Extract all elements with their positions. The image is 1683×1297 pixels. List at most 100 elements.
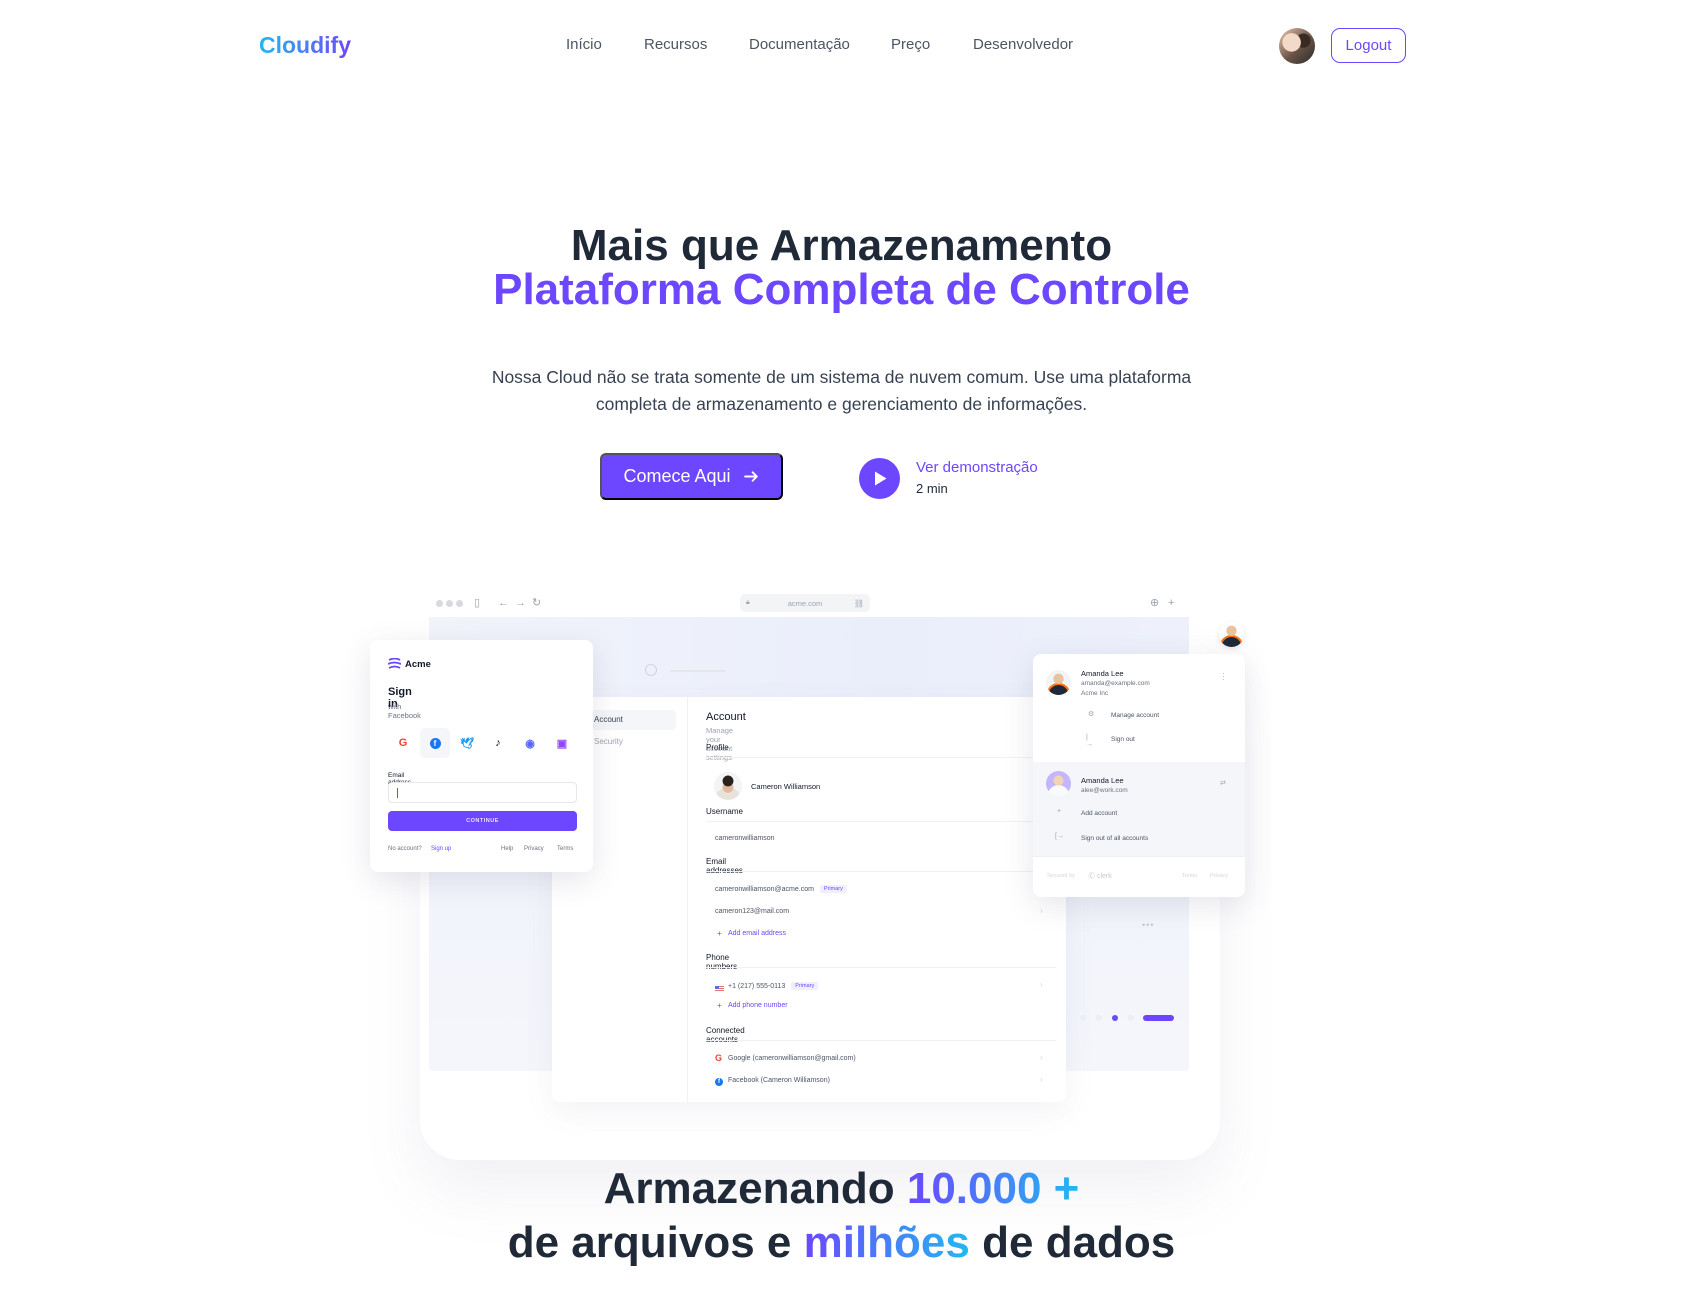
hero-title-line1: Mais que Armazenamento	[570, 221, 1113, 270]
chevron-right-icon: ›	[1040, 906, 1043, 915]
play-demo-button[interactable]	[859, 458, 900, 499]
stats-count: 10.000 +	[906, 1164, 1080, 1213]
username-value: cameronwilliamson	[715, 835, 775, 842]
logout-button[interactable]: Logout	[1331, 28, 1406, 63]
more-icon: •••	[1142, 920, 1155, 930]
nav-documentacao[interactable]: Documentação	[749, 36, 850, 53]
add-email-link: Add email address	[728, 930, 786, 937]
tiktok-icon: ♪	[495, 737, 501, 749]
secondary-email: alee@work.com	[1081, 787, 1128, 794]
stats-heading: Armazenando 10.000 + de arquivos e milhõ…	[0, 1162, 1683, 1270]
terms-link: Terms	[1182, 873, 1197, 879]
email-label: Email addresses	[706, 857, 743, 875]
terms-link: Terms	[557, 846, 574, 852]
user-avatar[interactable]	[1279, 28, 1315, 64]
get-started-label: Comece Aqui	[623, 466, 731, 486]
twitter-icon: 🕊︎	[460, 737, 474, 750]
nav-inicio[interactable]: Início	[566, 36, 602, 53]
phone-value: +1 (217) 555-0113	[728, 982, 786, 990]
kebab-menu-icon: · · ·	[1222, 669, 1225, 684]
address-url: acme.com	[787, 598, 823, 608]
primary-name: Amanda Lee	[1081, 669, 1124, 678]
profile-name: Cameron Williamson	[751, 782, 821, 791]
switch-icon: ⇄	[1220, 780, 1226, 787]
clerk-name: clerk	[1096, 873, 1112, 880]
get-started-button[interactable]: Comece Aqui	[600, 453, 783, 500]
profile-avatar	[714, 772, 742, 800]
carousel-dot	[1128, 1015, 1134, 1021]
sign-out-icon: |→	[1086, 734, 1093, 748]
window-dot	[446, 600, 453, 607]
stats-line2-suffix: de dados	[982, 1218, 1176, 1267]
plus-icon: +	[717, 1001, 722, 1010]
secondary-avatar	[1046, 771, 1071, 796]
facebook-icon: f	[715, 1078, 723, 1086]
signin-brand: Acme	[405, 659, 431, 670]
browser-toolbar: ▯ ← → ↻ 🔒︎ acme.com ⛓︎ ⊕ +	[430, 592, 1190, 616]
globe-icon	[645, 664, 657, 676]
phone-row: +1 (217) 555-0113 Primary	[728, 982, 819, 990]
primary-badge: Primary	[819, 885, 847, 893]
divider	[706, 1040, 1056, 1041]
address-bar: 🔒︎ acme.com ⛓︎	[740, 594, 870, 612]
carousel-progress	[1143, 1015, 1174, 1021]
demo-link[interactable]: Ver demonstração	[916, 459, 1038, 476]
sidebar-item-security: Security	[594, 737, 623, 746]
add-account: Add account	[1081, 810, 1118, 817]
primary-badge: Primary	[791, 982, 819, 990]
phone-label: Phone numbers	[706, 953, 737, 971]
twitch-icon: ▣	[556, 737, 568, 750]
discord-icon: ◉	[525, 737, 535, 750]
new-tab-icon: +	[1168, 597, 1175, 609]
help-link: Help	[501, 846, 514, 852]
secured-by: Secured by	[1047, 873, 1075, 879]
download-icon: ⊕	[1150, 597, 1160, 609]
hero-title-line2: Plataforma Completa de Controle	[493, 265, 1190, 314]
secondary-name: Amanda Lee	[1081, 776, 1124, 785]
username-label: Username	[706, 807, 743, 816]
profile-label: Profile	[706, 743, 729, 752]
hero-description-line2: completa de armazenamento e gerenciament…	[595, 394, 1088, 414]
sidebar-toggle-icon: ▯	[474, 597, 481, 609]
add-phone-link: Add phone number	[728, 1002, 788, 1009]
window-dot	[436, 600, 443, 607]
primary-org: Acme Inc	[1081, 690, 1109, 697]
divider	[706, 967, 1056, 968]
primary-avatar	[1046, 670, 1071, 695]
privacy-link: Privacy	[1210, 873, 1229, 879]
carousel-dot	[1096, 1015, 1102, 1021]
stats-line1: Armazenando 10.000 +	[0, 1162, 1683, 1216]
placeholder-line	[670, 670, 725, 672]
chevron-right-icon: ›	[1040, 980, 1043, 989]
sign-out-all-icon: [→	[1055, 833, 1064, 840]
sign-out: Sign out	[1111, 736, 1135, 743]
manage-account: Manage account	[1111, 712, 1160, 719]
main-nav: Início Recursos Documentação Preço Desen…	[0, 36, 1683, 56]
divider	[706, 757, 1056, 758]
signin-subtitle: with Facebook	[388, 702, 421, 720]
acme-logo-icon	[388, 658, 401, 669]
hero-description: Nossa Cloud não se trata somente de um s…	[0, 364, 1683, 418]
connected-label: Connected accounts	[706, 1026, 745, 1044]
account-title: Account	[706, 711, 746, 723]
sign-out-all: Sign out of all accounts	[1081, 835, 1149, 842]
stats-line2: de arquivos e milhões de dados	[0, 1216, 1683, 1270]
connected-facebook: Facebook (Cameron Williamson)	[728, 1077, 830, 1084]
nav-desenvolvedor[interactable]: Desenvolvedor	[973, 36, 1073, 53]
lock-icon: 🔒︎	[746, 599, 750, 606]
chevron-right-icon: ›	[1040, 1053, 1043, 1062]
continue-button: CONTINUE	[388, 811, 577, 831]
clerk-logo: Ⓒ clerk	[1088, 873, 1112, 880]
nav-preco[interactable]: Preço	[891, 36, 930, 53]
us-flag-icon	[715, 986, 724, 992]
stats-line1-prefix: Armazenando	[603, 1164, 895, 1213]
carousel-dot	[1112, 1015, 1118, 1021]
google-icon: G	[398, 737, 408, 749]
reload-icon: ↻	[532, 597, 542, 609]
no-account-text: No account?	[388, 846, 422, 852]
nav-recursos[interactable]: Recursos	[644, 36, 707, 53]
chevron-right-icon: ›	[1040, 1075, 1043, 1084]
forward-icon: →	[515, 597, 526, 609]
facebook-icon: f	[420, 728, 450, 758]
privacy-link: Privacy	[524, 846, 544, 852]
